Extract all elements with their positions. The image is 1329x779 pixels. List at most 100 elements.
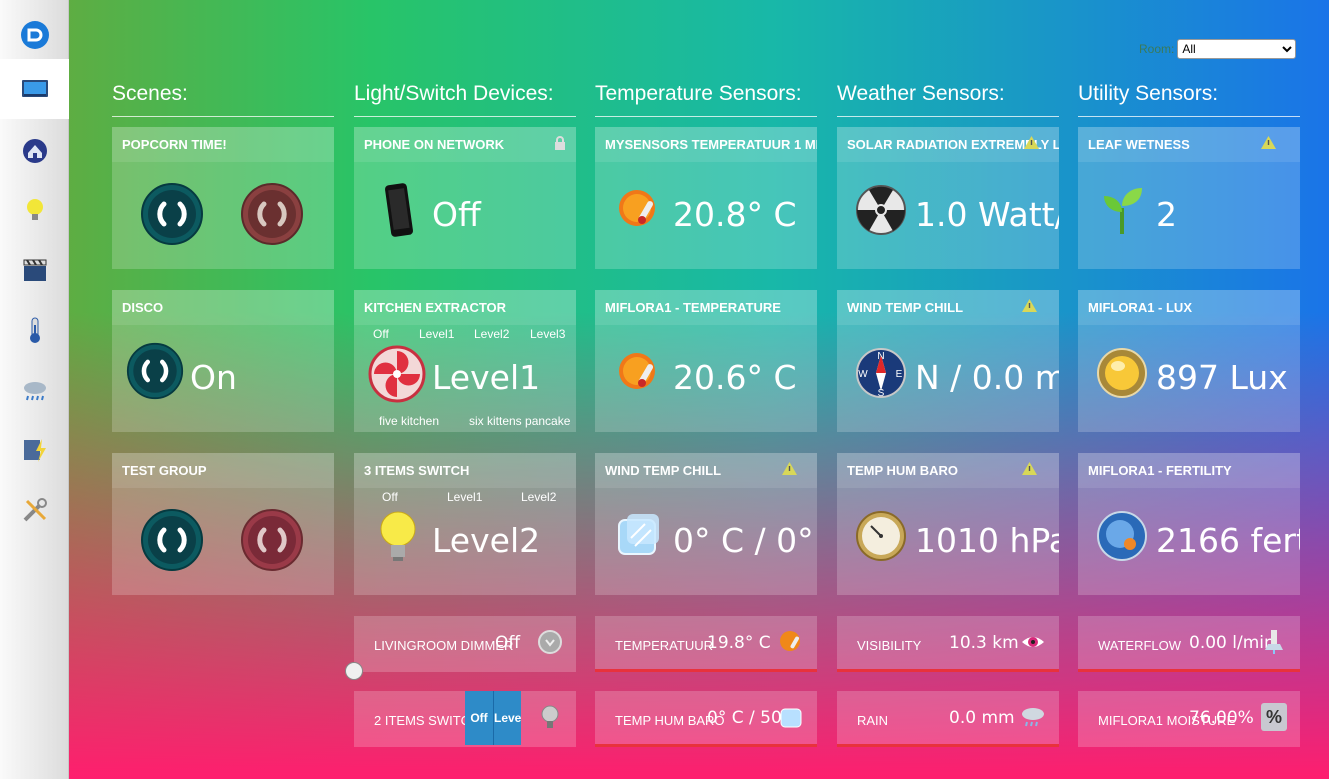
fan-icon (368, 345, 426, 403)
weather-mini-icon (1020, 628, 1046, 656)
sun-thermometer-icon (619, 353, 655, 389)
weather-cloud-icon (23, 382, 46, 401)
scene-on-button[interactable] (140, 508, 204, 572)
level-option[interactable]: Off (373, 327, 389, 341)
scene-status: On (190, 358, 237, 397)
level-option[interactable]: Level1 (419, 327, 454, 341)
switch-icon-button[interactable] (372, 508, 424, 564)
tile-title: MIFLORA1 - FERTILITY (1078, 453, 1300, 488)
dimmer-icon-button[interactable] (537, 628, 563, 656)
column-header-temperature: Temperature Sensors: (595, 82, 817, 117)
switch-mini-tile: LIVINGROOM DIMMER Off (354, 616, 576, 672)
utility-tile: LEAF WETNESS 2 (1078, 127, 1300, 269)
power-off-icon (241, 509, 303, 571)
sidebar-item-dashboard[interactable] (0, 59, 69, 119)
device-name: RAIN (857, 713, 889, 728)
dimmer-slider-handle[interactable] (345, 662, 363, 680)
temperature-value: 20.8° C (673, 195, 797, 234)
column-header-switches: Light/Switch Devices: (354, 82, 576, 117)
selector-off-button[interactable]: Off (465, 691, 493, 745)
compass-s: S (878, 388, 885, 399)
warning-icon (1022, 299, 1037, 312)
scenes-clapper-icon (23, 259, 46, 281)
weather-value: N / 0.0 m (915, 358, 1059, 397)
selector-level1-button[interactable]: Level1 (493, 691, 521, 745)
temperature-tile: MIFLORA1 - TEMPERATURE 20.6° C (595, 290, 817, 432)
temperature-value: 20.6° C (673, 358, 797, 397)
utility-icon (1096, 345, 1148, 401)
weather-icon: NW ES (855, 345, 907, 401)
level-option[interactable]: Level3 (530, 327, 565, 341)
lux-bulb-icon (1097, 348, 1147, 398)
scene-tile: TEST GROUP (112, 453, 334, 595)
switch-icon-button[interactable] (368, 345, 426, 403)
barometer-icon (856, 511, 906, 561)
sidebar-item-setup[interactable] (0, 480, 69, 540)
level-option[interactable]: Level2 (521, 490, 556, 504)
water-tap-icon (1265, 630, 1283, 654)
column-header-weather: Weather Sensors: (837, 82, 1059, 117)
temperature-icon (613, 182, 665, 238)
utility-value: 2166 fert (1156, 521, 1300, 560)
tile-title: DISCO (112, 290, 334, 325)
tile-title: MIFLORA1 - LUX (1078, 290, 1300, 325)
device-name: TEMPERATUUR (615, 638, 713, 653)
utility-mini-tile: MIFLORA1 MOISTURE 76.00% % (1078, 691, 1300, 747)
sidebar-item-scenes[interactable] (0, 240, 69, 300)
scene-on-button[interactable] (140, 182, 204, 246)
scene-off-button[interactable] (240, 182, 304, 246)
thermometer-icon (29, 317, 40, 343)
temperature-mini-tile: TEMP HUM BARO 0° C / 50 (595, 691, 817, 747)
tile-title: 3 ITEMS SWITCH (354, 453, 576, 488)
leaf-sprout-icon (1104, 188, 1142, 234)
scene-off-button[interactable] (240, 508, 304, 572)
level-option[interactable]: Off (382, 490, 398, 504)
scene-toggle-button[interactable] (126, 342, 184, 400)
switch-icon-button[interactable] (372, 182, 424, 238)
sidebar-item-floorplan[interactable] (0, 120, 69, 180)
switch-tile: PHONE ON NETWORK Off (354, 127, 576, 269)
power-off-icon (241, 183, 303, 245)
temperature-mini-icon (778, 628, 804, 656)
percent-icon: % (1261, 703, 1287, 731)
tile-title: MYSENSORS TEMPERATUUR 1 ME (595, 127, 817, 162)
sidebar-item-switches[interactable] (0, 180, 69, 240)
tile-title: KITCHEN EXTRACTOR (354, 290, 576, 325)
sidebar-item-temperature[interactable] (0, 300, 69, 360)
tile-title: MIFLORA1 - TEMPERATURE (595, 290, 817, 325)
switch-icon-button[interactable] (537, 703, 563, 731)
temperature-mini-tile: TEMPERATUUR 19.8° C (595, 616, 817, 672)
utility-value: 897 Lux (1156, 358, 1288, 397)
dimmer-bulb-icon (538, 630, 562, 654)
weather-value: 1010 hPa (915, 521, 1059, 560)
utility-icon (1096, 182, 1148, 238)
temperature-icon (613, 508, 665, 564)
room-select[interactable]: All (1177, 39, 1297, 59)
level-option[interactable]: Level2 (474, 327, 509, 341)
compass-e: E (896, 369, 903, 380)
tile-title: TEST GROUP (112, 453, 334, 488)
weather-tile: TEMP HUM BARO 1010 hPa (837, 453, 1059, 595)
level-option[interactable]: Level1 (447, 490, 482, 504)
tile-title: PHONE ON NETWORK (354, 127, 576, 162)
sidebar-item-utility[interactable] (0, 420, 69, 480)
sidebar-item-home[interactable] (0, 5, 69, 65)
switch-tile: 3 ITEMS SWITCH Off Level1 Level2 Level2 (354, 453, 576, 595)
column-header-scenes: Scenes: (112, 82, 334, 117)
sidebar-item-weather[interactable] (0, 360, 69, 420)
temperature-value: 0° C / 0° (673, 521, 814, 560)
warning-icon (1022, 462, 1037, 475)
switch-status: Off (432, 195, 481, 234)
weather-value: 1.0 Watt/ (915, 195, 1059, 234)
device-value: 19.8° C (707, 633, 771, 653)
compass-icon: NW ES (856, 348, 906, 399)
power-on-icon (141, 183, 203, 245)
device-name: LIVINGROOM DIMMER (374, 638, 514, 653)
room-selector: Room: All (1139, 39, 1297, 59)
domoticz-logo-icon (20, 21, 49, 49)
selector-sub-option[interactable]: five kitchen (379, 414, 439, 428)
tile-title: POPCORN TIME! (112, 127, 334, 162)
switch-status: Level2 (432, 521, 541, 560)
selector-sub-option[interactable]: six kittens pancake (469, 414, 570, 428)
device-value: 10.3 km (949, 633, 1019, 653)
